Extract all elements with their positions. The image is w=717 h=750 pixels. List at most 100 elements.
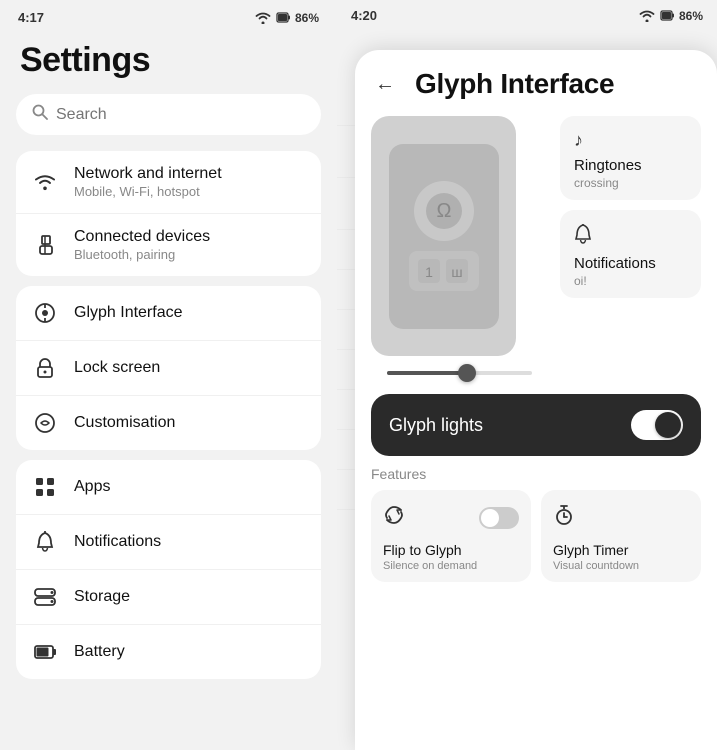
apps-title: Apps xyxy=(74,478,305,496)
svg-text:ш: ш xyxy=(451,264,462,280)
glyph-face-top: Ω xyxy=(414,181,474,241)
status-icons-left: 86% xyxy=(255,11,319,25)
search-bar[interactable] xyxy=(16,94,321,135)
right-panel: 4:20 86% Search NetwMobile ConnBlueto xyxy=(337,0,717,750)
battery-pct-right: 86% xyxy=(679,9,703,23)
brightness-slider-wrap xyxy=(371,356,548,382)
ringtone-sub: crossing xyxy=(574,176,687,190)
glyph-title-left: Glyph Interface xyxy=(74,304,305,322)
glyph-lights-toggle[interactable] xyxy=(631,410,683,440)
ringtones-card[interactable]: ♪ Ringtones crossing xyxy=(560,116,701,200)
timer-title: Glyph Timer xyxy=(553,542,689,558)
wifi-icon-left xyxy=(255,12,271,24)
glyph-timer-card[interactable]: Glyph Timer Visual countdown xyxy=(541,490,701,582)
timer-icon-row xyxy=(553,504,689,532)
lock-screen-icon xyxy=(32,355,58,381)
flip-icon-row xyxy=(383,504,519,532)
battery-icon xyxy=(32,639,58,665)
battery-pct-left: 86% xyxy=(295,11,319,25)
network-subtitle: Mobile, Wi-Fi, hotspot xyxy=(74,184,305,199)
customisation-item[interactable]: Customisation xyxy=(16,396,321,450)
glyph-interface-icon xyxy=(32,300,58,326)
battery-icon-right xyxy=(660,9,674,22)
network-title: Network and internet xyxy=(74,165,305,183)
glyph-face-bottom: 1 ш xyxy=(409,251,479,291)
status-icons-right: 86% xyxy=(639,9,703,23)
flip-toggle[interactable] xyxy=(479,507,519,529)
wifi-icon-right xyxy=(639,10,655,22)
status-bar-left: 4:17 86% xyxy=(0,0,337,31)
timer-icon xyxy=(553,504,575,532)
storage-icon xyxy=(32,584,58,610)
connected-devices-item[interactable]: Connected devices Bluetooth, pairing xyxy=(16,214,321,276)
glyph-interface-item[interactable]: Glyph Interface xyxy=(16,286,321,341)
brightness-slider[interactable] xyxy=(387,364,532,382)
glyph-interface-card: ← Glyph Interface Ω xyxy=(355,50,717,750)
apps-item[interactable]: Apps xyxy=(16,460,321,515)
glyph-lights-label: Glyph lights xyxy=(389,415,483,436)
notifications-title: Notifications xyxy=(74,533,305,551)
features-label: Features xyxy=(371,466,701,482)
features-row: Flip to Glyph Silence on demand xyxy=(371,490,701,582)
wifi-icon xyxy=(32,169,58,195)
connected-title: Connected devices xyxy=(74,228,305,246)
battery-title: Battery xyxy=(74,643,305,661)
ringtone-title: Ringtones xyxy=(574,157,687,174)
glyph-lights-bar: Glyph lights xyxy=(371,394,701,456)
status-bar-right: 4:20 86% xyxy=(337,0,717,29)
glyph-text: Glyph Interface xyxy=(74,304,305,322)
right-option-cards: ♪ Ringtones crossing Notifications oi! xyxy=(560,116,701,382)
back-button[interactable]: ← xyxy=(375,73,403,96)
lockscreen-text: Lock screen xyxy=(74,359,305,377)
left-panel: 4:17 86% Settings xyxy=(0,0,337,750)
lockscreen-title: Lock screen xyxy=(74,359,305,377)
settings-group-glyph: Glyph Interface Lock screen xyxy=(16,286,321,450)
time-left: 4:17 xyxy=(18,10,44,25)
ringtone-icon: ♪ xyxy=(574,130,687,151)
phone-section: Ω 1 ш xyxy=(371,116,548,382)
apps-icon xyxy=(32,474,58,500)
storage-item[interactable]: Storage xyxy=(16,570,321,625)
features-section: Features Flip t xyxy=(355,456,717,582)
notification-icon xyxy=(574,224,687,249)
slider-fill xyxy=(387,371,467,375)
battery-icon-left xyxy=(276,11,290,24)
glyph-card-header: ← Glyph Interface xyxy=(355,50,717,106)
connected-text: Connected devices Bluetooth, pairing xyxy=(74,228,305,262)
slider-thumb[interactable] xyxy=(458,364,476,382)
settings-group-apps: Apps Notifications xyxy=(16,460,321,679)
svg-text:1: 1 xyxy=(425,264,433,280)
phone-inner: Ω 1 ш xyxy=(389,144,499,329)
flip-title: Flip to Glyph xyxy=(383,542,519,558)
battery-text: Battery xyxy=(74,643,305,661)
notifications-card-title: Notifications xyxy=(574,255,687,272)
search-input[interactable] xyxy=(56,106,305,124)
glyph-card-title: Glyph Interface xyxy=(415,68,614,100)
flip-to-glyph-card[interactable]: Flip to Glyph Silence on demand xyxy=(371,490,531,582)
network-text: Network and internet Mobile, Wi-Fi, hots… xyxy=(74,165,305,199)
lock-screen-item[interactable]: Lock screen xyxy=(16,341,321,396)
page-title: Settings xyxy=(0,31,337,94)
storage-text: Storage xyxy=(74,588,305,606)
notifications-icon xyxy=(32,529,58,555)
battery-item[interactable]: Battery xyxy=(16,625,321,679)
notifications-card-sub: oi! xyxy=(574,274,687,288)
notifications-card[interactable]: Notifications oi! xyxy=(560,210,701,298)
network-internet-item[interactable]: Network and internet Mobile, Wi-Fi, hots… xyxy=(16,151,321,214)
settings-group-network: Network and internet Mobile, Wi-Fi, hots… xyxy=(16,151,321,276)
glyph-main-content: Ω 1 ш xyxy=(355,106,717,382)
timer-sub: Visual countdown xyxy=(553,560,689,572)
search-icon xyxy=(32,104,48,125)
customisation-icon xyxy=(32,410,58,436)
time-right: 4:20 xyxy=(351,8,377,23)
notifications-text: Notifications xyxy=(74,533,305,551)
customisation-text: Customisation xyxy=(74,414,305,432)
connected-subtitle: Bluetooth, pairing xyxy=(74,247,305,262)
bluetooth-icon xyxy=(32,232,58,258)
phone-preview: Ω 1 ш xyxy=(371,116,516,356)
apps-text: Apps xyxy=(74,478,305,496)
customisation-title: Customisation xyxy=(74,414,305,432)
flip-sub: Silence on demand xyxy=(383,560,519,572)
svg-text:Ω: Ω xyxy=(436,200,451,222)
notifications-item[interactable]: Notifications xyxy=(16,515,321,570)
